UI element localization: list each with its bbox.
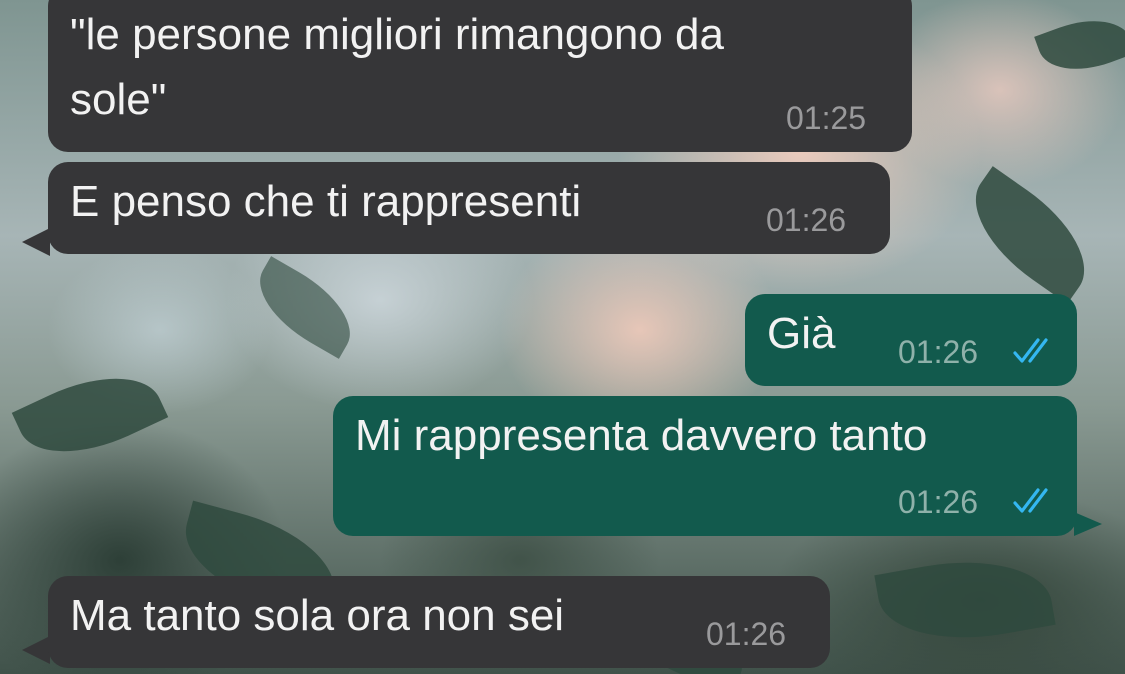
message-time: 01:26	[706, 616, 787, 652]
bubble-tail	[1074, 512, 1102, 536]
double-check-icon	[1013, 338, 1048, 363]
message-time: 01:26	[898, 484, 979, 520]
message-text: E penso che ti rappresenti	[70, 177, 582, 226]
message-time: 01:25	[786, 100, 867, 136]
message-text: "le persone migliori rimangono da	[70, 10, 724, 59]
message-text: Già	[767, 309, 836, 358]
message-text: Ma tanto sola ora non sei	[70, 591, 565, 640]
incoming-message[interactable]: E penso che ti rappresenti 01:26	[48, 162, 890, 254]
double-check-icon	[1013, 488, 1048, 513]
bubble-tail	[22, 636, 50, 664]
outgoing-message[interactable]: Già 01:26	[745, 294, 1077, 386]
incoming-message[interactable]: "le persone migliori rimangono da sole" …	[48, 0, 912, 152]
bubble-tail	[22, 228, 50, 256]
incoming-message[interactable]: Ma tanto sola ora non sei 01:26	[48, 576, 830, 668]
message-time: 01:26	[766, 202, 847, 238]
outgoing-message[interactable]: Mi rappresenta davvero tanto 01:26	[333, 396, 1077, 536]
message-list[interactable]: "le persone migliori rimangono da sole" …	[0, 0, 1125, 674]
message-text: Mi rappresenta davvero tanto	[355, 411, 928, 460]
message-text: sole"	[70, 75, 167, 124]
message-time: 01:26	[898, 334, 979, 370]
